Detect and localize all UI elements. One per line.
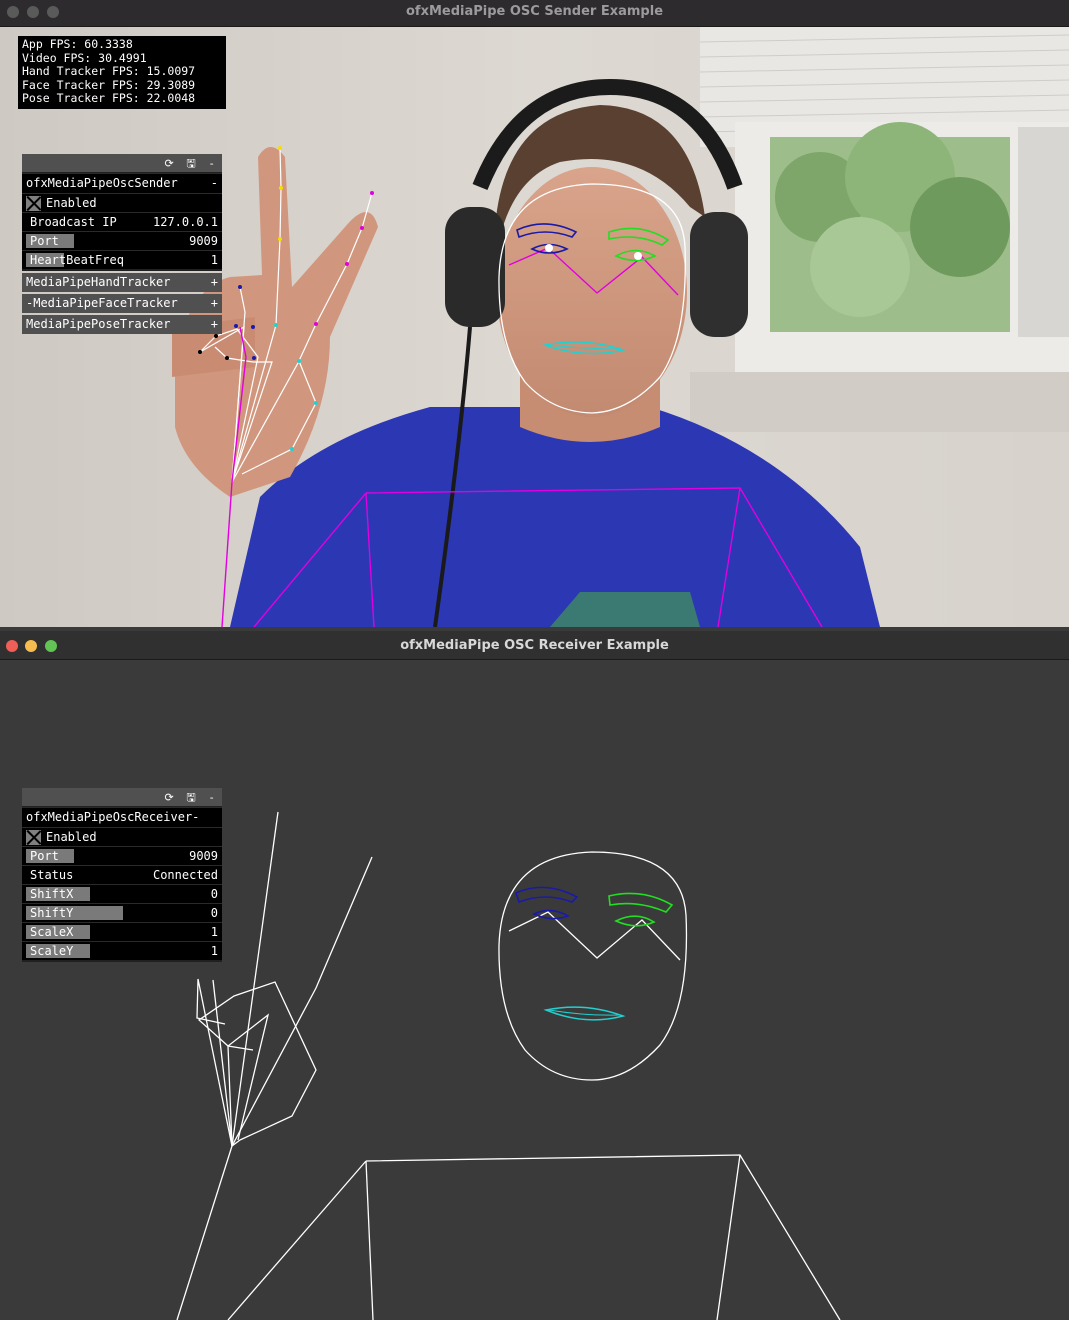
expand-icon[interactable]: + — [211, 294, 218, 313]
gui-header-icons[interactable]: ⟳ 🖫 - — [165, 789, 218, 808]
checkbox-icon[interactable] — [26, 830, 41, 845]
pose-tracker-fps: Pose Tracker FPS: 22.0048 — [22, 91, 196, 105]
expand-icon[interactable]: + — [211, 273, 218, 292]
scaley-value: 1 — [210, 944, 218, 958]
receiver-window: ofxMediaPipe OSC Receiver Example ⟳ 🖫 - … — [0, 631, 1069, 1320]
app-fps: App FPS: 60.3338 — [22, 37, 133, 51]
gui-header[interactable]: ⟳ 🖫 - — [22, 154, 222, 172]
shifty-label: ShiftY — [30, 906, 74, 920]
receiver-gui-panel: ⟳ 🖫 - ofxMediaPipeOscReceiver- Enabled P… — [22, 788, 222, 962]
sender-titlebar: ofxMediaPipe OSC Sender Example — [0, 0, 1069, 27]
shifty-value: 0 — [210, 906, 218, 920]
broadcast-ip-label: Broadcast IP — [30, 215, 117, 229]
group-hand-tracker[interactable]: MediaPipeHandTracker + — [22, 273, 222, 292]
right-eye — [614, 915, 656, 927]
left-eyebrow — [515, 886, 579, 904]
heartbeat-value: 1 — [210, 253, 218, 267]
port-slider[interactable]: Port 9009 — [22, 231, 222, 250]
enabled-toggle[interactable]: Enabled — [22, 827, 222, 846]
hand-skeleton — [196, 811, 373, 1147]
received-landmarks — [176, 811, 841, 1320]
gui-header[interactable]: ⟳ 🖫 - — [22, 788, 222, 806]
checkbox-icon[interactable] — [26, 196, 41, 211]
enabled-label: Enabled — [46, 196, 97, 210]
group-label: MediaPipePoseTracker — [26, 317, 171, 331]
hand-tracker-fps: Hand Tracker FPS: 15.0097 — [22, 64, 196, 78]
sender-gui-panel: ⟳ 🖫 - ofxMediaPipeOscSender - Enabled Br… — [22, 154, 222, 334]
port-value: 9009 — [189, 849, 218, 863]
pose-skeleton — [176, 911, 841, 1320]
status-field: Status Connected — [22, 865, 222, 884]
port-label: Port — [30, 234, 59, 248]
broadcast-ip-field[interactable]: Broadcast IP 127.0.0.1 — [22, 212, 222, 231]
fps-readout: App FPS: 60.3338 Video FPS: 30.4991 Hand… — [18, 36, 226, 109]
expand-icon[interactable]: + — [211, 315, 218, 334]
scalex-label: ScaleX — [30, 925, 74, 939]
lips — [543, 1006, 626, 1021]
gui-header-icons[interactable]: ⟳ 🖫 - — [165, 155, 218, 174]
heartbeat-label: HeartBeatFreq — [30, 253, 124, 267]
scaley-label: ScaleY — [30, 944, 74, 958]
video-fps: Video FPS: 30.4991 — [22, 50, 147, 65]
window-title: ofxMediaPipe OSC Sender Example — [405, 4, 664, 19]
enabled-label: Enabled — [46, 830, 97, 844]
group-pose-tracker[interactable]: MediaPipePoseTracker + — [22, 315, 222, 334]
status-label: Status — [30, 868, 74, 882]
scalex-value: 1 — [210, 925, 218, 939]
panel-name-label: ofxMediaPipeOscSender — [26, 176, 178, 190]
enabled-toggle[interactable]: Enabled — [22, 193, 222, 212]
heartbeat-slider[interactable]: HeartBeatFreq 1 — [22, 250, 222, 269]
scaley-slider[interactable]: ScaleY 1 — [22, 941, 222, 960]
group-label: MediaPipeHandTracker — [26, 275, 171, 289]
collapse-icon[interactable]: - — [211, 174, 218, 193]
shifty-slider[interactable]: ShiftY 0 — [22, 903, 222, 922]
status-value: Connected — [152, 868, 218, 882]
port-slider[interactable]: Port 9009 — [22, 846, 222, 865]
panel-name[interactable]: ofxMediaPipeOscSender - — [22, 173, 222, 193]
sender-window: ofxMediaPipe OSC Sender Example App FPS:… — [0, 0, 1069, 627]
group-face-tracker[interactable]: -MediaPipeFaceTracker + — [22, 294, 222, 313]
scalex-slider[interactable]: ScaleX 1 — [22, 922, 222, 941]
panel-name-label: ofxMediaPipeOscReceiver- — [26, 810, 200, 824]
port-label: Port — [30, 849, 59, 863]
broadcast-ip-value: 127.0.0.1 — [152, 215, 218, 229]
panel-name[interactable]: ofxMediaPipeOscReceiver- — [22, 807, 222, 827]
face-oval — [498, 851, 688, 1081]
shiftx-label: ShiftX — [30, 887, 74, 901]
face-tracker-fps: Face Tracker FPS: 29.3089 — [22, 77, 196, 92]
shiftx-value: 0 — [210, 887, 218, 901]
port-value: 9009 — [189, 234, 218, 248]
shiftx-slider[interactable]: ShiftX 0 — [22, 884, 222, 903]
right-eyebrow — [608, 892, 674, 913]
group-label: -MediaPipeFaceTracker — [26, 296, 178, 310]
